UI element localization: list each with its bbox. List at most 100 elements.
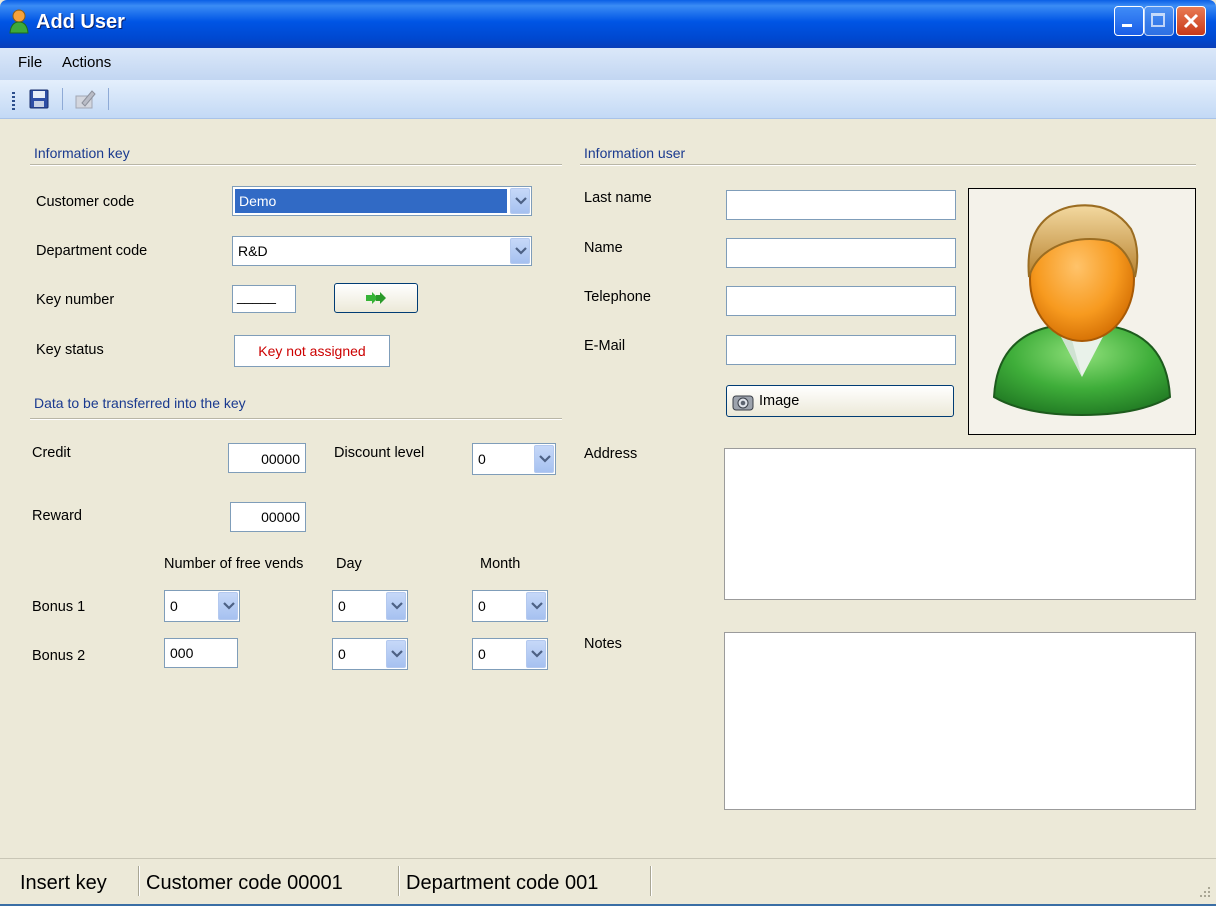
status-customer-code: Customer code 00001 (146, 872, 343, 894)
resize-grip-icon[interactable] (1196, 883, 1212, 899)
reward-label: Reward (32, 508, 82, 524)
customer-code-value: Demo (239, 193, 277, 209)
bonus2-day-value: 0 (338, 646, 346, 662)
toolbar-separator (62, 88, 63, 110)
edit-button[interactable] (74, 88, 98, 110)
credit-field[interactable]: 00000 (228, 443, 306, 473)
key-number-label: Key number (36, 292, 115, 308)
camera-icon (732, 395, 754, 411)
customer-code-dropdown-button[interactable] (510, 188, 530, 214)
bonus1-month-dropdown-button[interactable] (526, 592, 546, 620)
day-column-label: Day (336, 556, 362, 572)
window-title: Add User (36, 11, 125, 33)
telephone-label: Telephone (584, 289, 651, 305)
notes-field[interactable] (724, 632, 1196, 810)
menu-actions[interactable]: Actions (62, 54, 111, 71)
bonus1-month-value: 0 (478, 598, 486, 614)
address-field[interactable] (724, 448, 1196, 600)
last-name-field[interactable] (726, 190, 956, 220)
credit-label: Credit (32, 445, 71, 461)
bonus2-month-value: 0 (478, 646, 486, 662)
close-button[interactable] (1176, 6, 1206, 36)
last-name-label: Last name (584, 190, 652, 206)
section-title-information-key: Information key (34, 145, 130, 161)
bonus2-day-select[interactable]: 0 (332, 638, 408, 670)
user-avatar-icon (992, 204, 1172, 417)
bonus1-day-dropdown-button[interactable] (386, 592, 406, 620)
image-button[interactable]: Image (726, 385, 954, 417)
month-column-label: Month (480, 556, 521, 572)
section-title-transfer: Data to be transferred into the key (34, 395, 246, 411)
discount-level-label: Discount level (334, 445, 425, 461)
menu-file[interactable]: File (18, 54, 42, 71)
discount-level-select[interactable]: 0 (472, 443, 556, 475)
customer-code-select[interactable]: Demo (232, 186, 532, 216)
bonus2-day-dropdown-button[interactable] (386, 640, 406, 668)
department-code-select[interactable]: R&D (232, 236, 532, 266)
bonus1-day-select[interactable]: 0 (332, 590, 408, 622)
key-status-field: Key not assigned (234, 335, 390, 367)
toolbar (0, 80, 1216, 119)
bonus2-month-select[interactable]: 0 (472, 638, 548, 670)
reward-value: 00000 (261, 509, 300, 525)
status-insert-key: Insert key (20, 872, 107, 894)
discount-level-value: 0 (478, 451, 486, 467)
chevron-down-icon (539, 455, 551, 463)
section-title-information-user: Information user (584, 145, 686, 161)
bonus2-label: Bonus 2 (32, 648, 86, 664)
toolbar-separator (108, 88, 109, 110)
toolbar-grip[interactable] (12, 92, 15, 110)
name-label: Name (584, 240, 623, 256)
save-button[interactable] (28, 88, 52, 110)
email-field[interactable] (726, 335, 956, 365)
menu-bar (0, 48, 1216, 80)
bonus2-free-vends-value: 000 (170, 645, 194, 661)
bonus2-free-vends-field[interactable]: 000 (164, 638, 238, 668)
customer-code-selected: Demo (235, 189, 507, 213)
discount-level-dropdown-button[interactable] (534, 445, 554, 473)
status-separator (138, 866, 140, 896)
free-vends-column-label: Number of free vends (164, 556, 304, 572)
section-divider (30, 418, 562, 420)
status-department-code: Department code 001 (406, 872, 599, 894)
chevron-down-icon (531, 650, 543, 658)
minimize-icon (1122, 24, 1132, 27)
maximize-icon (1151, 13, 1165, 27)
department-code-value: R&D (238, 243, 268, 259)
status-separator (398, 866, 400, 896)
edit-icon (75, 90, 96, 109)
section-divider (580, 164, 1196, 166)
bonus1-label: Bonus 1 (32, 599, 86, 615)
minimize-button[interactable] (1114, 6, 1144, 36)
department-code-dropdown-button[interactable] (510, 238, 530, 264)
image-button-label: Image (759, 393, 800, 409)
chevron-down-icon (391, 602, 403, 610)
close-icon (1183, 13, 1199, 29)
key-number-value: _____ (237, 288, 276, 304)
bonus1-free-vends-select[interactable]: 0 (164, 590, 240, 622)
name-field[interactable] (726, 238, 956, 268)
user-photo (968, 188, 1196, 435)
bonus1-free-vends-dropdown-button[interactable] (218, 592, 238, 620)
chevron-down-icon (515, 247, 527, 255)
bonus2-month-dropdown-button[interactable] (526, 640, 546, 668)
section-divider (30, 164, 562, 166)
telephone-field[interactable] (726, 286, 956, 316)
chevron-down-icon (515, 197, 527, 205)
status-separator (650, 866, 652, 896)
reward-field[interactable]: 00000 (230, 502, 306, 532)
maximize-button[interactable] (1144, 6, 1174, 36)
title-bar[interactable]: Add User (0, 0, 1216, 48)
chevron-down-icon (391, 650, 403, 658)
department-code-label: Department code (36, 243, 148, 259)
credit-value: 00000 (261, 451, 300, 467)
bonus1-free-vends-value: 0 (170, 598, 178, 614)
read-key-button[interactable] (334, 283, 418, 313)
key-status-label: Key status (36, 342, 104, 358)
notes-label: Notes (584, 636, 622, 652)
key-status-value: Key not assigned (258, 343, 366, 359)
save-icon (29, 89, 49, 109)
key-number-field[interactable]: _____ (232, 285, 296, 313)
bonus1-month-select[interactable]: 0 (472, 590, 548, 622)
double-arrow-right-icon (366, 292, 386, 304)
